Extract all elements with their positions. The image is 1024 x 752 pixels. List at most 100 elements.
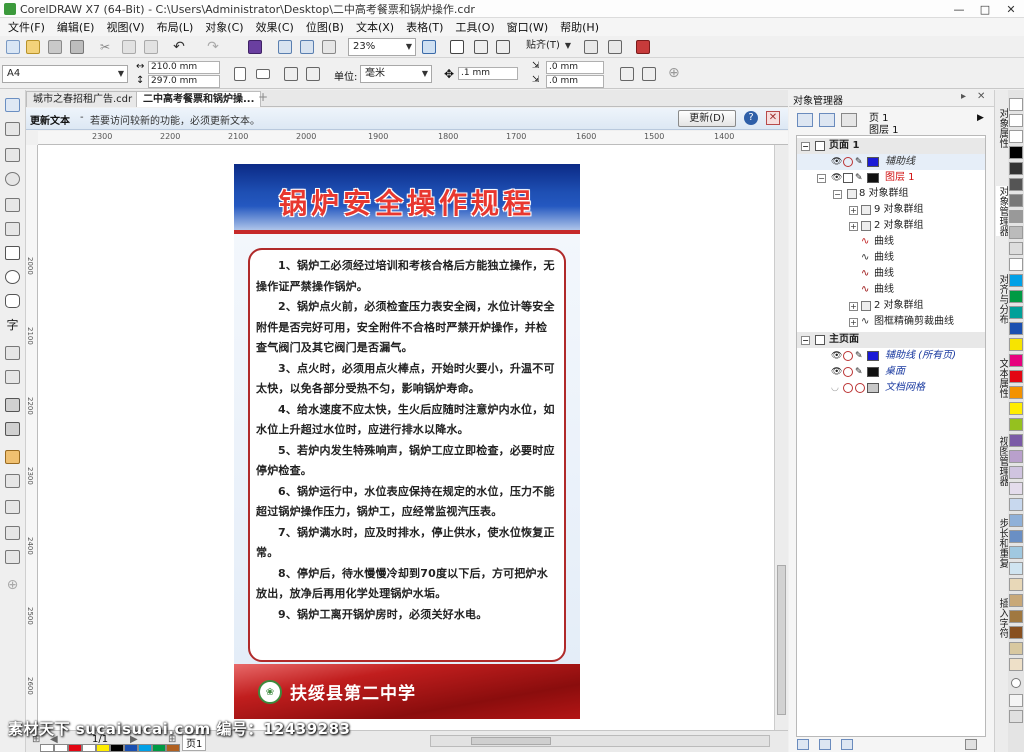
publish-pdf-icon[interactable] — [322, 40, 336, 54]
color-swatch[interactable] — [1009, 306, 1023, 319]
tree-row-group[interactable]: + 2 对象群组 — [797, 298, 985, 314]
pencil-icon[interactable]: ✎ — [855, 157, 865, 167]
help-icon[interactable]: ? — [744, 111, 758, 125]
page-frame-icon[interactable] — [620, 67, 634, 81]
portrait-icon[interactable] — [234, 67, 246, 81]
color-swatch[interactable] — [68, 744, 82, 752]
zoom-tool-icon[interactable] — [5, 172, 20, 186]
color-swatch[interactable] — [1009, 258, 1023, 271]
color-swatch[interactable] — [1009, 402, 1023, 415]
tree-row-guides[interactable]: 👁 ✎ 辅助线 — [797, 154, 985, 170]
page-width-input[interactable]: 210.0 mm — [148, 61, 220, 74]
menu-bitmaps[interactable]: 位图(B) — [302, 19, 352, 35]
paste-icon[interactable] — [144, 40, 158, 54]
artistic-media-tool-icon[interactable] — [5, 222, 20, 236]
color-swatch[interactable] — [166, 744, 180, 752]
eye-closed-icon[interactable]: ◡ — [831, 383, 841, 393]
polygon-tool-icon[interactable] — [5, 294, 20, 308]
tree-row-group[interactable]: + 2 对象群组 — [797, 218, 985, 234]
print-icon[interactable] — [70, 40, 84, 54]
rectangle-tool-icon[interactable] — [5, 246, 20, 260]
tree-row-master-page[interactable]: − 主页面 — [797, 332, 985, 348]
collapse-icon[interactable]: − — [801, 142, 810, 151]
pencil-icon[interactable]: ✎ — [855, 173, 865, 183]
menu-layout[interactable]: 布局(L) — [153, 19, 202, 35]
color-swatch[interactable] — [1009, 594, 1023, 607]
tab-object-properties[interactable]: 对象属性 — [996, 108, 1008, 148]
color-swatch[interactable] — [1009, 450, 1023, 463]
page-height-input[interactable]: 297.0 mm — [148, 75, 220, 88]
color-swatch[interactable] — [1009, 226, 1023, 239]
color-swatch[interactable] — [1009, 498, 1023, 511]
tab-object-manager[interactable]: 对象管理器 — [996, 186, 1008, 236]
color-swatch[interactable] — [1009, 694, 1023, 707]
tab-document-1[interactable]: 城市之春招租广告.cdr — [26, 91, 140, 107]
expand-icon[interactable]: + — [849, 318, 858, 327]
poster-artwork[interactable]: 锅炉安全操作规程 1、锅炉工必须经过培训和考核合格后方能独立操作，无操作证严禁操… — [234, 164, 580, 719]
color-swatch[interactable] — [1009, 514, 1023, 527]
options-icon[interactable] — [608, 40, 622, 54]
color-swatch[interactable] — [1009, 338, 1023, 351]
menu-edit[interactable]: 编辑(E) — [53, 19, 103, 35]
color-swatch[interactable] — [1009, 626, 1023, 639]
mesh-fill-tool-icon[interactable] — [5, 550, 20, 564]
color-swatch[interactable] — [1009, 354, 1023, 367]
color-swatch[interactable] — [1009, 322, 1023, 335]
copy-icon[interactable] — [122, 40, 136, 54]
outline-pen-tool-icon[interactable] — [5, 526, 20, 540]
eye-icon[interactable]: 👁 — [831, 173, 842, 183]
show-rulers-icon[interactable] — [450, 40, 464, 54]
welcome-screen-icon[interactable] — [584, 40, 598, 54]
new-master-layer-icon[interactable] — [819, 739, 831, 750]
transparency-tool-icon[interactable] — [5, 422, 20, 436]
nudge-distance-input[interactable]: .1 mm — [458, 67, 518, 80]
close-infobar-icon[interactable]: ✕ — [766, 111, 780, 125]
expand-icon[interactable]: + — [849, 222, 858, 231]
import-icon[interactable] — [278, 40, 292, 54]
docker-close-icon[interactable]: ✕ — [977, 91, 985, 102]
tree-row-desktop[interactable]: 👁 ✎ 桌面 — [797, 364, 985, 380]
collapse-icon[interactable]: − — [833, 190, 842, 199]
color-swatch[interactable] — [124, 744, 138, 752]
tab-step-and-repeat[interactable]: 步长和重复 — [996, 518, 1008, 568]
color-swatch[interactable] — [96, 744, 110, 752]
edit-disabled-icon[interactable] — [855, 383, 865, 393]
menu-file[interactable]: 文件(F) — [4, 19, 53, 35]
close-button[interactable]: ✕ — [998, 0, 1024, 18]
color-swatch[interactable] — [1009, 642, 1023, 655]
expand-icon[interactable]: + — [849, 302, 858, 311]
color-eyedropper-tool-icon[interactable] — [5, 450, 20, 464]
tree-row-group[interactable]: − 8 对象群组 — [797, 186, 985, 202]
smart-fill-tool-icon[interactable] — [5, 500, 20, 514]
color-swatch[interactable] — [1009, 210, 1023, 223]
search-content-icon[interactable] — [248, 40, 262, 54]
crop-tool-icon[interactable] — [5, 148, 20, 162]
connector-tool-icon[interactable] — [5, 370, 20, 384]
menu-help[interactable]: 帮助(H) — [556, 19, 607, 35]
layer-manager-view-icon[interactable] — [841, 113, 857, 127]
export-icon[interactable] — [300, 40, 314, 54]
show-guidelines-icon[interactable] — [496, 40, 510, 54]
tree-row-curve[interactable]: ∿ 曲线 — [797, 234, 985, 250]
tab-insert-character[interactable]: 插入字符 — [996, 598, 1008, 638]
color-swatch[interactable] — [152, 744, 166, 752]
color-swatch[interactable] — [1009, 546, 1023, 559]
menu-tools[interactable]: 工具(O) — [451, 19, 502, 35]
new-master-layer-odd-icon[interactable] — [841, 739, 853, 750]
color-swatch[interactable] — [1009, 418, 1023, 431]
color-swatch[interactable] — [1009, 386, 1023, 399]
color-swatch[interactable] — [1009, 482, 1023, 495]
pencil-icon[interactable]: ✎ — [855, 367, 865, 377]
minimize-button[interactable]: — — [946, 0, 972, 18]
redo-icon[interactable]: ↷ — [206, 40, 220, 54]
tree-row-powerclip[interactable]: + ∿ 图框精确剪裁曲线 — [797, 314, 985, 330]
landscape-icon[interactable] — [256, 69, 270, 79]
full-screen-preview-icon[interactable] — [422, 40, 436, 54]
collapse-icon[interactable]: − — [801, 336, 810, 345]
tab-align-distribute[interactable]: 对齐与分布 — [996, 274, 1008, 324]
eye-icon[interactable]: 👁 — [831, 351, 842, 361]
pencil-icon[interactable]: ✎ — [855, 351, 865, 361]
eye-icon[interactable]: 👁 — [831, 157, 842, 167]
cut-icon[interactable]: ✂ — [98, 40, 112, 54]
color-swatch[interactable] — [138, 744, 152, 752]
